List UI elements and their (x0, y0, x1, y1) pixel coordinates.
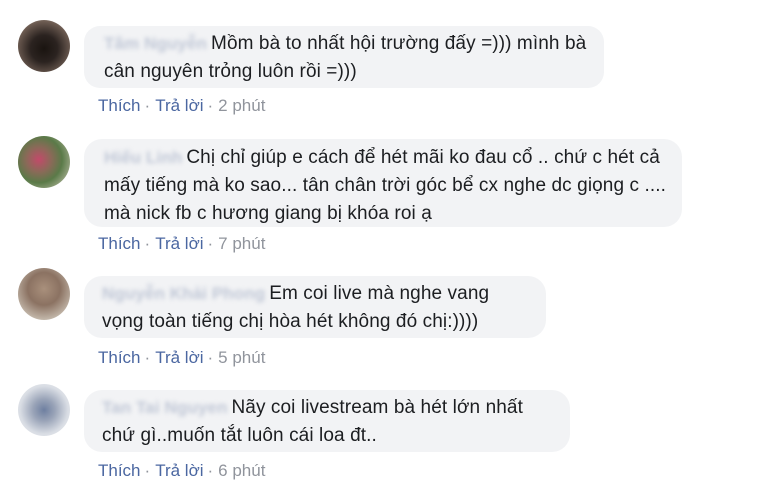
comment-actions: Thích · Trả lời · 2 phút (98, 96, 265, 116)
comment-author[interactable]: Nguyễn Khải Phong (102, 280, 265, 308)
like-link[interactable]: Thích (98, 348, 141, 367)
comment-actions: Thích · Trả lời · 7 phút (98, 234, 265, 254)
separator-dot: · (144, 96, 151, 115)
separator-dot: · (207, 348, 214, 367)
comment-time[interactable]: 6 phút (218, 461, 265, 480)
like-link[interactable]: Thích (98, 234, 141, 253)
avatar[interactable] (18, 384, 70, 436)
separator-dot: · (144, 348, 151, 367)
avatar[interactable] (18, 20, 70, 72)
separator-dot: · (207, 461, 214, 480)
reply-link[interactable]: Trả lời (155, 348, 203, 367)
comment-bubble: Hiếu Linh Chị chỉ giúp e cách để hét mãi … (84, 139, 682, 227)
reply-link[interactable]: Trả lời (155, 96, 203, 115)
comment-time[interactable]: 7 phút (218, 234, 265, 253)
comment-text: Chị chỉ giúp e cách để hét mãi ko đau cổ… (104, 147, 667, 224)
avatar[interactable] (18, 268, 70, 320)
separator-dot: · (207, 234, 214, 253)
avatar[interactable] (18, 136, 70, 188)
separator-dot: · (207, 96, 214, 115)
comment-author[interactable]: Tâm Nguyễn (104, 30, 207, 58)
separator-dot: · (144, 234, 151, 253)
comment-bubble: Tâm Nguyễn Mồm bà to nhất hội trường đấy … (84, 26, 604, 88)
reply-link[interactable]: Trả lời (155, 461, 203, 480)
comment-time[interactable]: 2 phút (218, 96, 265, 115)
comment-author[interactable]: Hiếu Linh (104, 144, 182, 172)
separator-dot: · (144, 461, 151, 480)
comment-time[interactable]: 5 phút (218, 348, 265, 367)
comment-bubble: Tan Tai Nguyen Nãy coi livestream bà hét … (84, 390, 570, 452)
like-link[interactable]: Thích (98, 96, 141, 115)
reply-link[interactable]: Trả lời (155, 234, 203, 253)
like-link[interactable]: Thích (98, 461, 141, 480)
comment-actions: Thích · Trả lời · 6 phút (98, 461, 265, 481)
comment-author[interactable]: Tan Tai Nguyen (102, 394, 227, 422)
comment-bubble: Nguyễn Khải Phong Em coi live mà nghe van… (84, 276, 546, 338)
comment-actions: Thích · Trả lời · 5 phút (98, 348, 265, 368)
